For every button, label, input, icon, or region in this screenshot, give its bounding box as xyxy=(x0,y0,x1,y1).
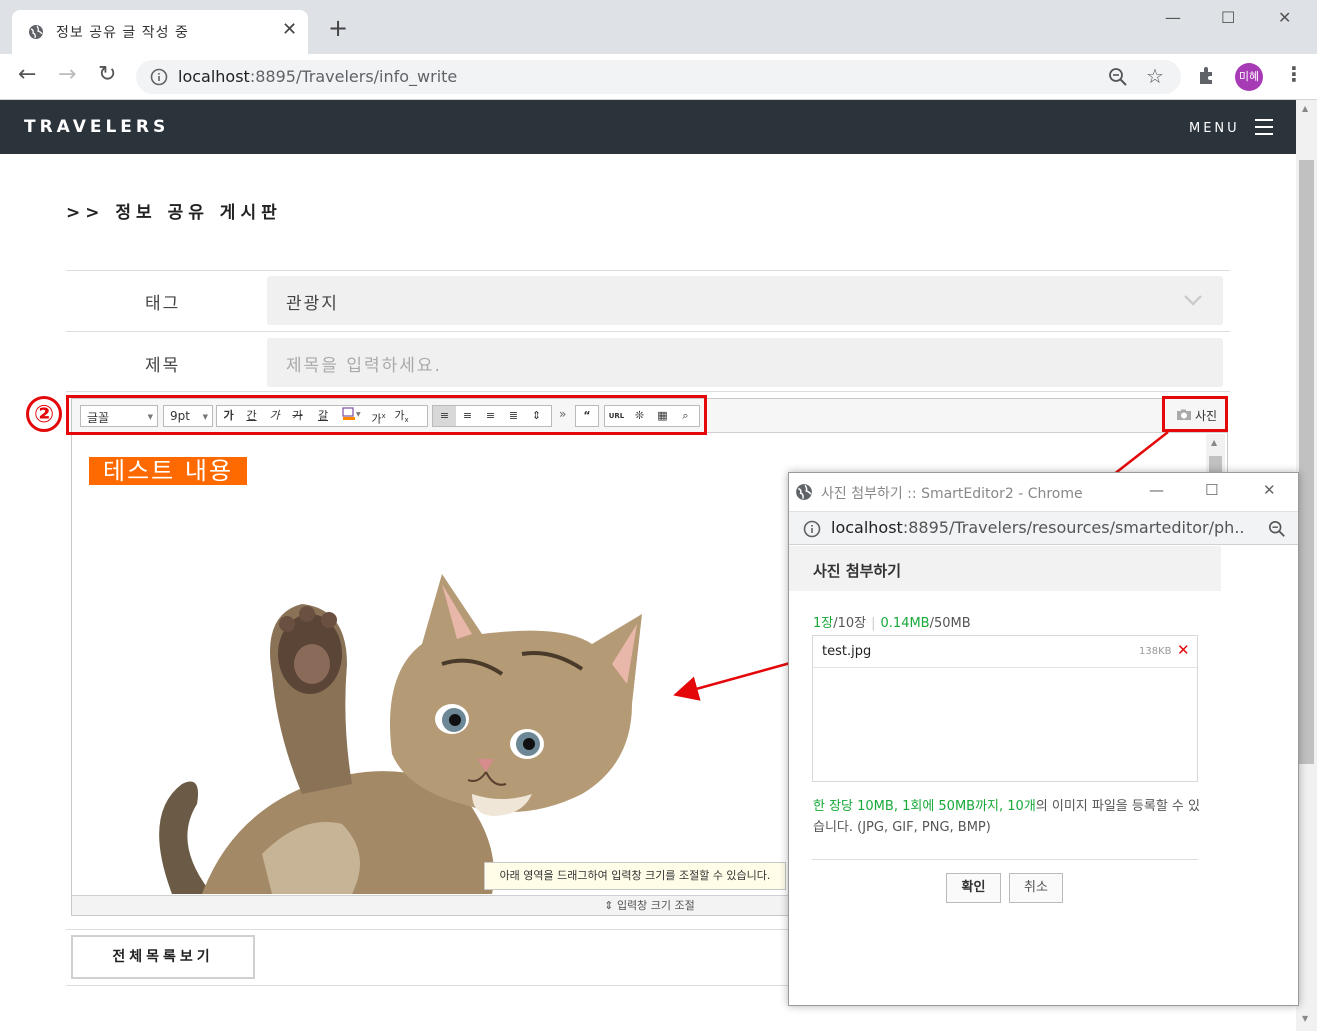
back-icon[interactable]: ← xyxy=(18,64,36,86)
tag-selected-value: 관광지 xyxy=(286,294,339,314)
info-icon[interactable] xyxy=(803,520,821,542)
new-tab-icon[interactable]: + xyxy=(328,16,348,40)
popup-heading: 사진 첨부하기 xyxy=(813,562,902,580)
upload-stats: 1장/10장 | 0.14MB/50MB xyxy=(813,616,971,631)
confirm-button[interactable]: 확인 xyxy=(946,873,1001,903)
zoom-icon[interactable] xyxy=(1268,520,1286,542)
popup-address-bar[interactable]: localhost:8895/Travelers/resources/smart… xyxy=(789,511,1298,545)
reload-icon[interactable]: ↻ xyxy=(98,64,116,86)
file-list-item[interactable]: test.jpg 138KB ✕ xyxy=(813,636,1197,668)
divider xyxy=(812,859,1198,860)
view-all-list-button[interactable]: 전체목록보기 xyxy=(71,935,255,979)
resize-arrows-icon: ⇕ xyxy=(604,899,614,912)
editor-highlighted-text: 테스트 내용 xyxy=(89,457,248,485)
popup-titlebar: 사진 첨부하기 :: SmartEditor2 - Chrome — ☐ ✕ xyxy=(789,473,1298,511)
resize-label: 입력창 크기 조절 xyxy=(616,899,695,912)
cancel-button[interactable]: 취소 xyxy=(1009,873,1063,903)
address-bar[interactable]: localhost:8895/Travelers/info_write ☆ xyxy=(136,60,1181,94)
popup-window-title: 사진 첨부하기 :: SmartEditor2 - Chrome xyxy=(821,486,1083,502)
divider xyxy=(66,270,1230,271)
subject-placeholder: 제목을 입력하세요. xyxy=(286,356,442,376)
url-text: localhost:8895/Travelers/info_write xyxy=(178,67,458,86)
zoom-icon[interactable] xyxy=(1108,67,1128,91)
chevron-down-icon xyxy=(1183,292,1203,311)
hamburger-icon[interactable] xyxy=(1255,119,1273,140)
tab-title: 정보 공유 글 작성 중 xyxy=(56,25,189,41)
browser-tabstrip: 정보 공유 글 작성 중 ✕ + — ☐ ✕ xyxy=(0,0,1317,54)
globe-icon xyxy=(28,24,44,44)
photo-attach-popup: 사진 첨부하기 :: SmartEditor2 - Chrome — ☐ ✕ l… xyxy=(788,472,1299,1006)
menu-label[interactable]: MENU xyxy=(1189,121,1240,136)
popup-header: 사진 첨부하기 xyxy=(789,546,1221,591)
tag-select[interactable]: 관광지 xyxy=(267,276,1223,325)
close-icon[interactable]: ✕ xyxy=(282,19,297,40)
browser-toolbar: ← → ↻ localhost:8895/Travelers/info_writ… xyxy=(0,54,1317,100)
maximize-icon[interactable]: ☐ xyxy=(1221,8,1235,27)
page-scrollbar[interactable]: ▲ ▼ xyxy=(1296,100,1317,1031)
file-name: test.jpg xyxy=(822,644,872,659)
extensions-icon[interactable] xyxy=(1196,64,1218,90)
divider xyxy=(66,391,1230,392)
forward-icon[interactable]: → xyxy=(58,64,76,86)
popup-url-text: localhost:8895/Travelers/resources/smart… xyxy=(831,518,1246,537)
site-brand[interactable]: TRAVELERS xyxy=(24,117,169,137)
file-size: 138KB xyxy=(1139,646,1172,657)
upload-note: 한 장당 10MB, 1회에 50MB까지, 10개의 이미지 파일을 등록할 … xyxy=(813,799,1200,835)
info-icon[interactable] xyxy=(150,68,168,90)
site-navbar: TRAVELERS MENU xyxy=(0,100,1296,154)
divider xyxy=(66,331,1230,332)
page-title: >> 정보 공유 게시판 xyxy=(66,203,282,223)
window-close-icon[interactable]: ✕ xyxy=(1263,481,1276,499)
scroll-down-icon[interactable]: ▼ xyxy=(1302,1014,1308,1023)
minimize-icon[interactable]: — xyxy=(1165,8,1181,27)
maximize-icon[interactable]: ☐ xyxy=(1205,481,1218,499)
tag-label: 태그 xyxy=(145,294,181,314)
more-menu-icon[interactable]: ⋮ xyxy=(1284,62,1304,86)
browser-tab[interactable]: 정보 공유 글 작성 중 ✕ xyxy=(12,10,308,54)
delete-file-icon[interactable]: ✕ xyxy=(1177,641,1190,659)
bookmark-star-icon[interactable]: ☆ xyxy=(1146,64,1164,88)
profile-avatar[interactable]: 미혜 xyxy=(1235,63,1263,91)
subject-label: 제목 xyxy=(145,356,181,376)
window-close-icon[interactable]: ✕ xyxy=(1278,8,1291,27)
resize-tooltip: 아래 영역을 드래그하여 입력창 크기를 조절할 수 있습니다. xyxy=(484,862,786,890)
subject-input[interactable]: 제목을 입력하세요. xyxy=(267,338,1223,387)
globe-icon xyxy=(795,483,813,505)
minimize-icon[interactable]: — xyxy=(1149,481,1164,499)
annotation-photo-box xyxy=(1162,396,1228,432)
annotation-toolbar-box xyxy=(66,395,707,435)
kitten-image xyxy=(159,574,642,894)
scroll-thumb[interactable] xyxy=(1299,160,1314,764)
scroll-up-icon[interactable]: ▲ xyxy=(1211,438,1217,447)
file-list: test.jpg 138KB ✕ xyxy=(812,635,1198,782)
annotation-number: ② xyxy=(26,396,62,432)
scroll-up-icon[interactable]: ▲ xyxy=(1302,104,1308,113)
